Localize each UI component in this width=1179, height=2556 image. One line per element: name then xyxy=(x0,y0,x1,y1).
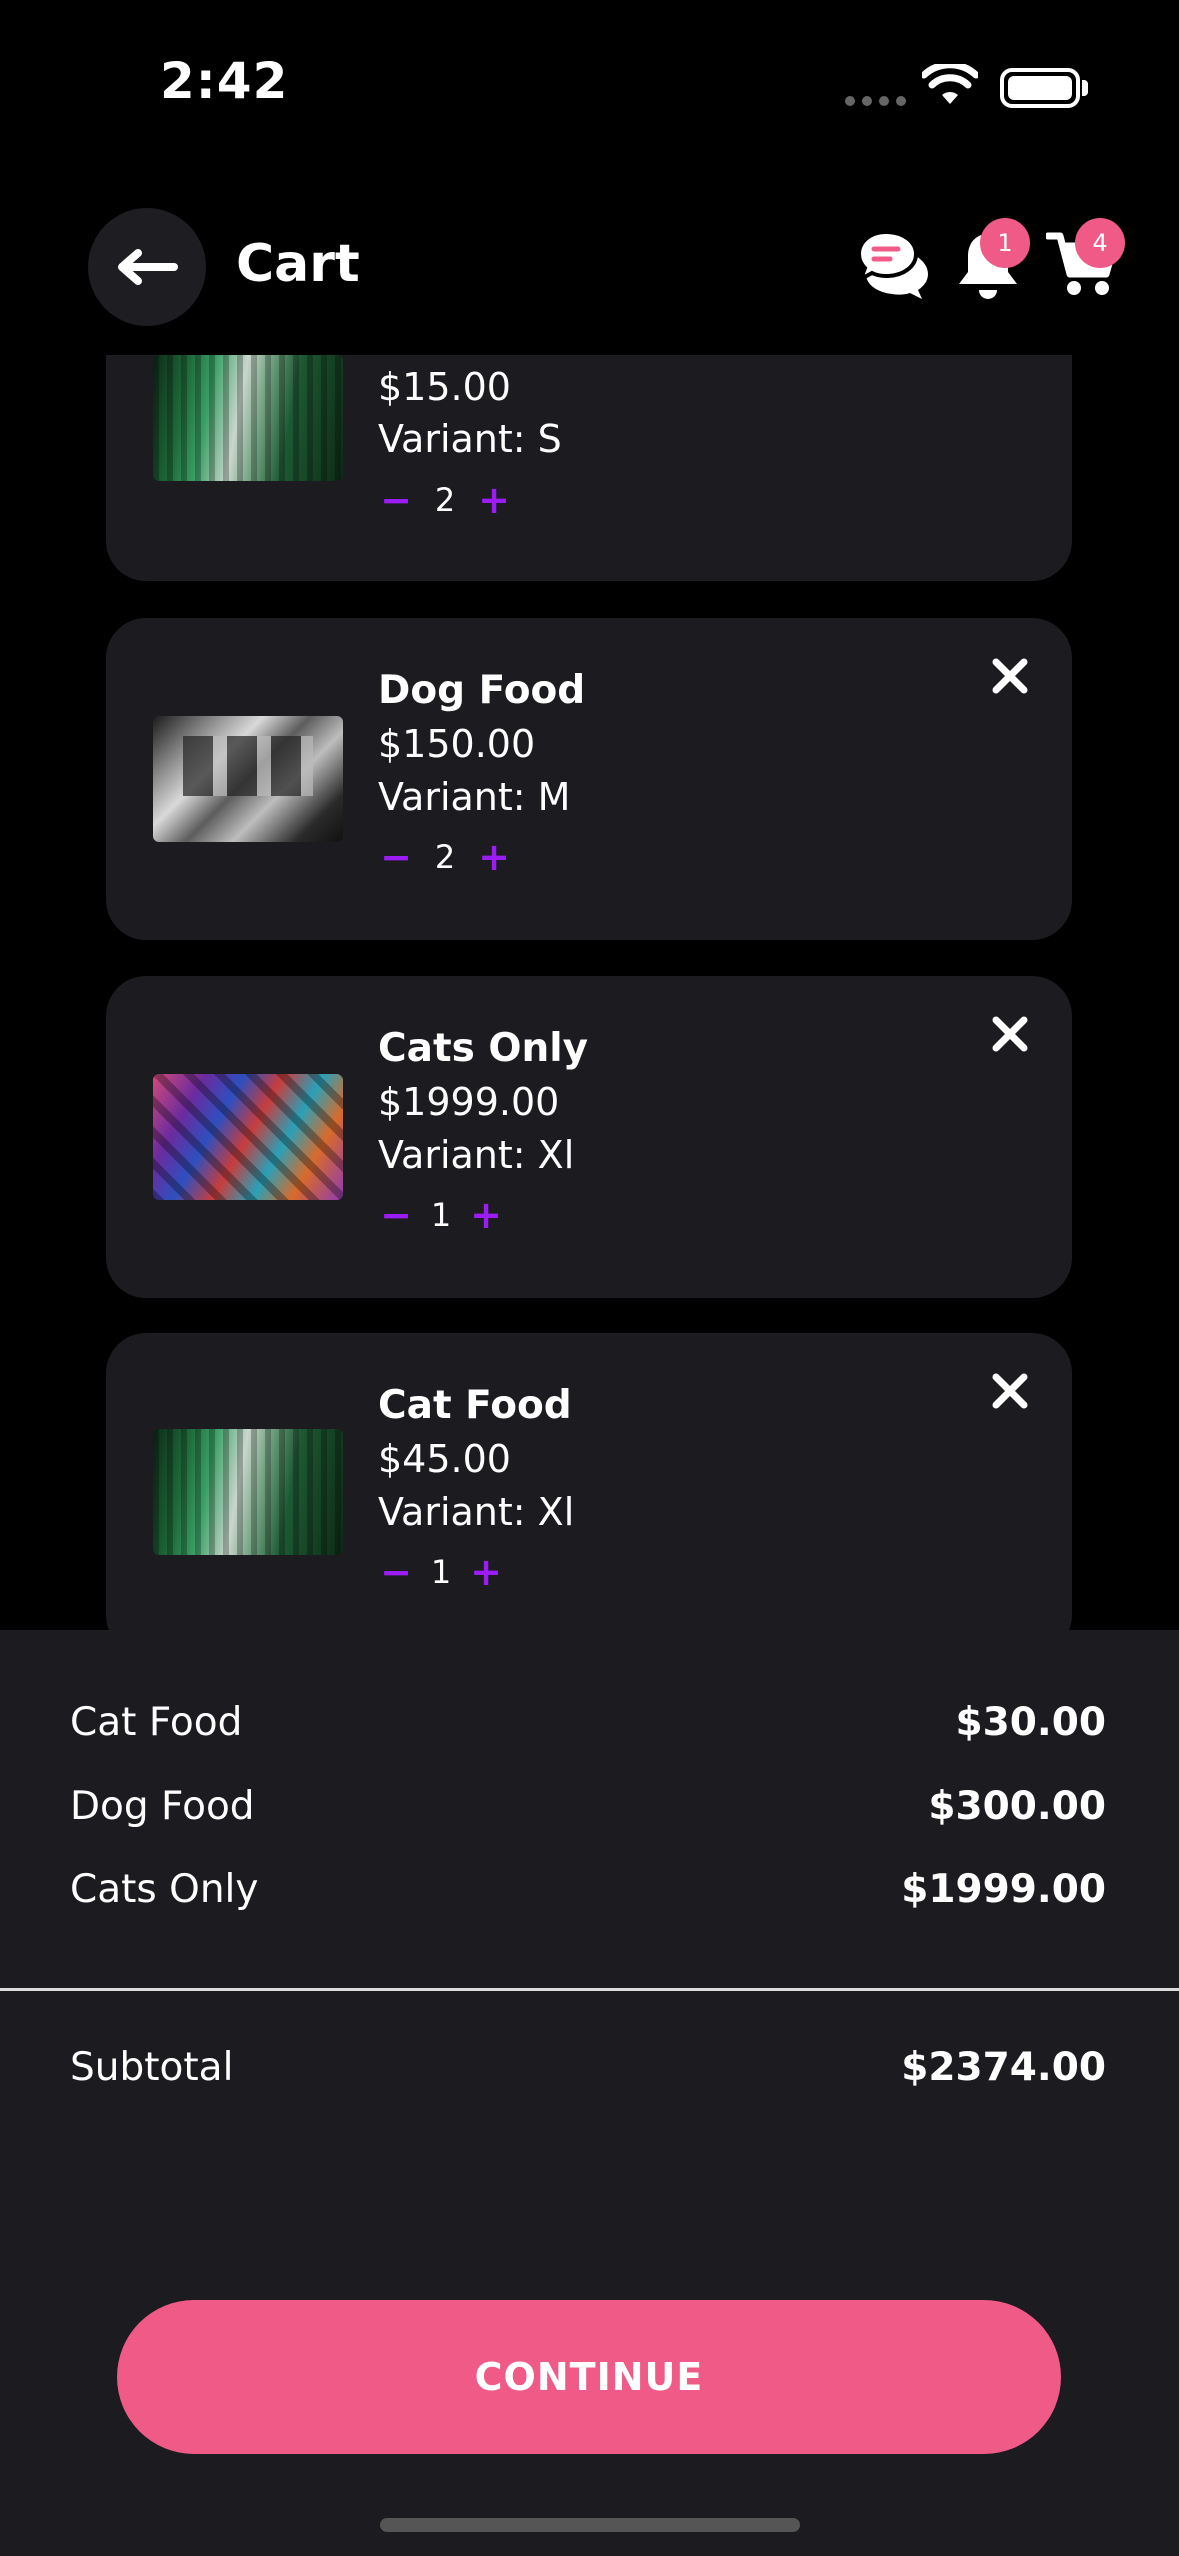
summary-line-amount: $1999.00 xyxy=(901,1867,1106,1912)
home-indicator xyxy=(380,2518,800,2532)
back-button[interactable] xyxy=(88,208,206,326)
increase-qty-button[interactable]: + xyxy=(476,838,512,876)
battery-icon xyxy=(1000,68,1080,108)
decrease-qty-button[interactable]: − xyxy=(378,1553,414,1591)
product-image[interactable] xyxy=(153,1074,343,1200)
item-price: $1999.00 xyxy=(378,1080,560,1124)
subtotal-row: Subtotal $2374.00 xyxy=(70,2045,1106,2090)
close-icon xyxy=(992,1373,1028,1409)
item-variant: Variant: Xl xyxy=(378,1490,575,1534)
summary-line-amount: $30.00 xyxy=(955,1700,1107,1745)
summary-line: Cats Only $1999.00 xyxy=(70,1867,1106,1912)
cart-item: Dog Food $150.00 Variant: M − 2 + xyxy=(106,618,1072,940)
product-image[interactable] xyxy=(153,1429,343,1555)
decrease-qty-button[interactable]: − xyxy=(378,481,414,519)
item-price: $45.00 xyxy=(378,1437,511,1481)
remove-item-button[interactable] xyxy=(982,648,1038,704)
wifi-icon xyxy=(922,64,978,104)
close-icon xyxy=(992,1016,1028,1052)
increase-qty-button[interactable]: + xyxy=(476,481,512,519)
quantity-stepper: − 2 + xyxy=(378,481,512,519)
app-header: Cart 1 4 xyxy=(0,200,1179,355)
item-name: Cat Food xyxy=(378,1383,572,1428)
order-summary: Cat Food $30.00 Dog Food $300.00 Cats On… xyxy=(0,1630,1179,2556)
product-image[interactable] xyxy=(153,716,343,842)
cart-count-badge: 4 xyxy=(1075,218,1125,268)
item-name: Dog Food xyxy=(378,668,586,713)
subtotal-label: Subtotal xyxy=(70,2045,234,2090)
quantity-stepper: − 1 + xyxy=(378,1553,504,1591)
battery-cap xyxy=(1082,80,1088,96)
quantity-value: 1 xyxy=(430,1553,452,1591)
item-variant: Variant: S xyxy=(378,417,562,461)
summary-line: Cat Food $30.00 xyxy=(70,1700,1106,1745)
signal-icon xyxy=(845,96,906,106)
cart-item: $15.00 Variant: S − 2 + xyxy=(106,355,1072,581)
cart-list[interactable]: $15.00 Variant: S − 2 + Dog Food $150.00… xyxy=(0,355,1179,1630)
summary-divider xyxy=(0,1988,1179,1991)
chat-icon[interactable] xyxy=(858,228,934,300)
remove-item-button[interactable] xyxy=(982,1006,1038,1062)
increase-qty-button[interactable]: + xyxy=(468,1196,504,1234)
item-variant: Variant: M xyxy=(378,775,571,819)
quantity-stepper: − 2 + xyxy=(378,838,512,876)
status-time: 2:42 xyxy=(160,52,289,110)
close-icon xyxy=(992,658,1028,694)
item-name: Cats Only xyxy=(378,1026,589,1071)
summary-line-label: Dog Food xyxy=(70,1784,255,1829)
item-price: $150.00 xyxy=(378,722,536,766)
cart-item: Cat Food $45.00 Variant: Xl − 1 + xyxy=(106,1333,1072,1630)
notification-badge: 1 xyxy=(980,218,1030,268)
item-variant: Variant: Xl xyxy=(378,1133,575,1177)
summary-line-label: Cat Food xyxy=(70,1700,243,1745)
summary-line: Dog Food $300.00 xyxy=(70,1784,1106,1829)
item-price: $15.00 xyxy=(378,365,511,409)
decrease-qty-button[interactable]: − xyxy=(378,1196,414,1234)
summary-line-amount: $300.00 xyxy=(928,1784,1106,1829)
page-title: Cart xyxy=(236,234,360,294)
quantity-stepper: − 1 + xyxy=(378,1196,504,1234)
increase-qty-button[interactable]: + xyxy=(468,1553,504,1591)
quantity-value: 2 xyxy=(434,838,456,876)
summary-line-label: Cats Only xyxy=(70,1867,259,1912)
arrow-left-icon xyxy=(118,249,178,285)
continue-button[interactable]: CONTINUE xyxy=(117,2300,1061,2454)
decrease-qty-button[interactable]: − xyxy=(378,838,414,876)
subtotal-amount: $2374.00 xyxy=(901,2045,1106,2090)
cart-item: Cats Only $1999.00 Variant: Xl − 1 + xyxy=(106,976,1072,1298)
quantity-value: 1 xyxy=(430,1196,452,1234)
quantity-value: 2 xyxy=(434,481,456,519)
remove-item-button[interactable] xyxy=(982,1363,1038,1419)
product-image[interactable] xyxy=(153,355,343,481)
status-bar: 2:42 xyxy=(0,0,1179,170)
